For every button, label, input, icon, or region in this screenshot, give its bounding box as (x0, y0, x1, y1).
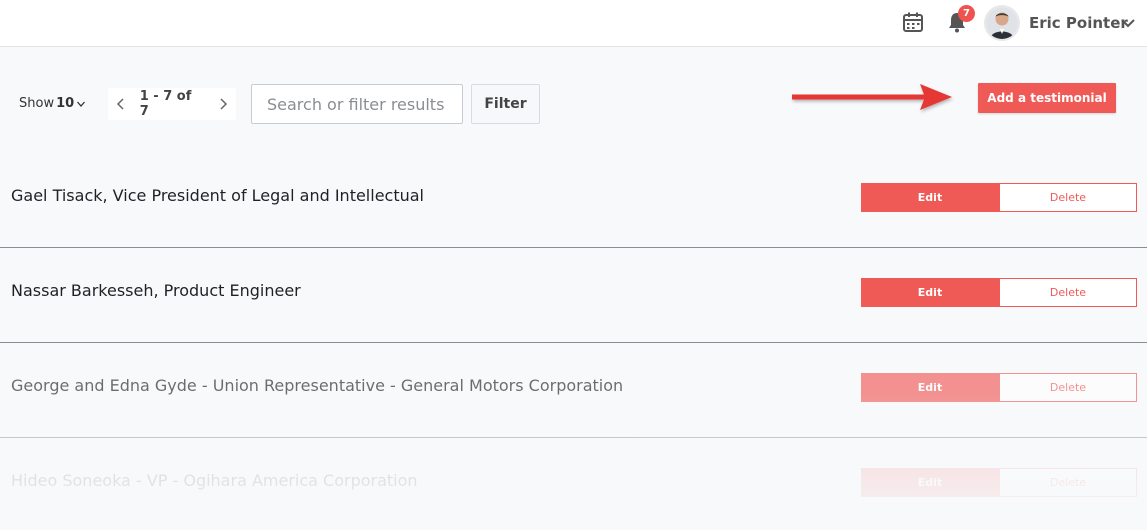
user-name[interactable]: Eric Pointer (1029, 14, 1128, 32)
edit-button[interactable]: Edit (861, 373, 999, 402)
prev-page-button[interactable] (108, 88, 134, 120)
delete-button[interactable]: Delete (999, 183, 1137, 212)
notification-badge: 7 (958, 5, 975, 22)
edit-button[interactable]: Edit (861, 468, 999, 497)
calendar-icon[interactable] (902, 11, 924, 33)
testimonial-name: George and Edna Gyde - Union Representat… (11, 376, 624, 395)
delete-button[interactable]: Delete (999, 468, 1137, 497)
testimonial-row: Nassar Barkesseh, Product Engineer Edit … (0, 248, 1147, 343)
pagination: 1 - 7 of 7 (108, 88, 236, 120)
chevron-down-icon (77, 101, 86, 107)
avatar[interactable] (984, 5, 1020, 41)
testimonial-row: George and Edna Gyde - Union Representat… (0, 343, 1147, 438)
search-input[interactable] (251, 84, 463, 124)
chevron-down-icon[interactable] (1120, 15, 1136, 31)
testimonial-name: Gael Tisack, Vice President of Legal and… (11, 186, 424, 205)
filter-button[interactable]: Filter (471, 84, 540, 124)
chevron-right-icon (220, 98, 228, 110)
delete-button[interactable]: Delete (999, 373, 1137, 402)
top-bar: 7 Eric Pointer (0, 0, 1147, 47)
delete-button[interactable]: Delete (999, 278, 1137, 307)
testimonial-row: Hideo Soneoka - VP - Ogihara America Cor… (0, 438, 1147, 530)
testimonial-name: Hideo Soneoka - VP - Ogihara America Cor… (11, 471, 418, 490)
annotation-arrow (792, 84, 952, 110)
testimonial-row: Gael Tisack, Vice President of Legal and… (0, 153, 1147, 248)
show-value: 10 (56, 96, 75, 111)
edit-button[interactable]: Edit (861, 183, 999, 212)
next-page-button[interactable] (210, 88, 236, 120)
page-size-select[interactable]: Show 10 (19, 96, 86, 111)
edit-button[interactable]: Edit (861, 278, 999, 307)
testimonial-name: Nassar Barkesseh, Product Engineer (11, 281, 301, 300)
chevron-left-icon (116, 98, 124, 110)
show-label: Show (19, 96, 55, 111)
add-testimonial-button[interactable]: Add a testimonial (978, 83, 1116, 113)
pagination-text: 1 - 7 of 7 (139, 89, 192, 119)
